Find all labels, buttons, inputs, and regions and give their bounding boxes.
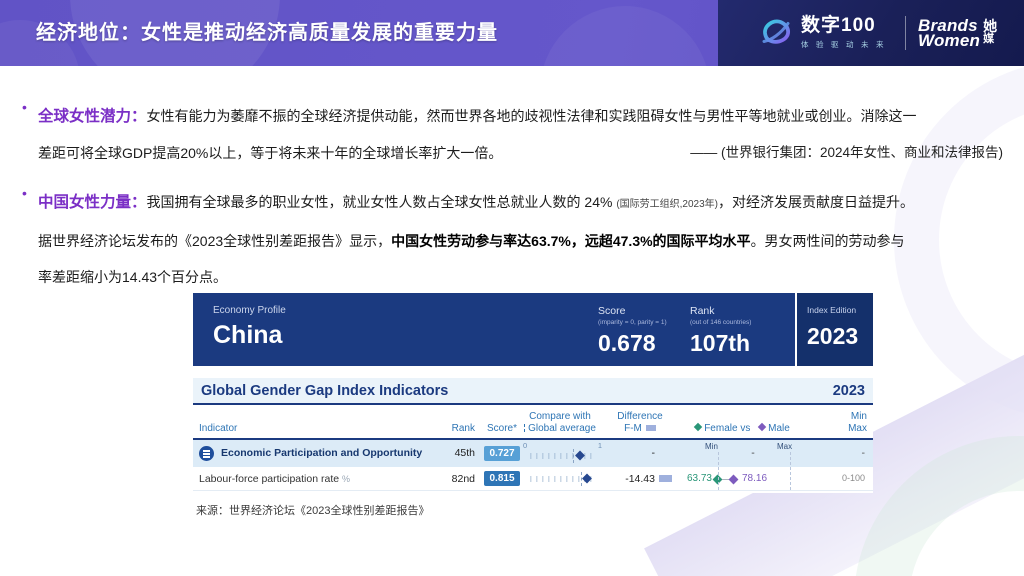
- digital100-wordmark: 数字100: [801, 16, 891, 36]
- bullet1-line1: 全球女性潜力：女性有能力为萎靡不振的全球经济提供动能，然而世界各地的歧视性法律和…: [38, 98, 1003, 135]
- country-name: China: [213, 321, 282, 350]
- indicator-name: Labour-force participation rate %: [199, 473, 350, 485]
- score-badge: 0.815: [484, 471, 520, 486]
- compare-axis: 0 1: [524, 440, 601, 467]
- col-female-vs-male: Female vs Male: [675, 423, 810, 434]
- female-male-cell: -: [723, 447, 783, 459]
- indicator-unit: %: [342, 474, 350, 484]
- indicators-section-header: Global Gender Gap Index Indicators 2023: [193, 378, 873, 405]
- economic-participation-icon: [199, 446, 214, 461]
- min-guide-line: [718, 452, 719, 490]
- economy-profile-label: Economy Profile: [213, 305, 286, 316]
- female-value: 63.73: [675, 473, 712, 484]
- male-marker: [729, 475, 739, 485]
- compare-axis: [524, 467, 601, 490]
- table-row-economic-participation: Economic Participation and Opportunity 4…: [193, 440, 873, 467]
- indicator-name: Economic Participation and Opportunity: [221, 447, 422, 459]
- table-rows: Economic Participation and Opportunity 4…: [193, 440, 873, 491]
- header-decor-circle: [540, 6, 710, 66]
- difference-bar: [659, 475, 672, 482]
- bullet-dot: •: [22, 99, 27, 115]
- score-badge: 0.727: [484, 446, 520, 461]
- male-value: 78.16: [742, 473, 767, 484]
- digital100-tagline: 体验驱动未来: [801, 39, 891, 50]
- edition-year: 2023: [807, 323, 873, 350]
- minmax-cell: -: [810, 447, 865, 459]
- economy-profile-banner: Economy Profile China Score (imparity = …: [193, 293, 873, 366]
- page-title: 经济地位：女性是推动经济高质量发展的重要力量: [36, 0, 498, 66]
- difference-cell: -: [593, 447, 655, 459]
- col-difference: Difference F-M: [606, 411, 674, 435]
- digital100-swirl-icon: [758, 13, 794, 54]
- citation-world-bank: —— (世界银行集团：2024年女性、商业和法律报告): [690, 135, 1003, 171]
- rank-cell: 45th: [433, 447, 475, 459]
- bullet-china-power: • 中国女性力量：我国拥有全球最多的职业女性，就业女性人数占全球女性总就业人数的…: [38, 184, 1003, 295]
- bullet-dot: •: [22, 185, 27, 201]
- axis-label-zero: 0: [523, 441, 527, 450]
- digital100-logo: 数字100 体验驱动未来: [758, 13, 891, 54]
- col-min-max: Min Max: [810, 411, 867, 435]
- shemei-wordmark: 她 媒: [983, 20, 997, 46]
- col-compare-global-average: Compare with Global average: [505, 411, 615, 435]
- source-note: 来源：世界经济论坛《2023全球性别差距报告》: [196, 502, 429, 518]
- bullet2-line3: 率差距缩小为14.43个百分点。: [38, 259, 1003, 295]
- difference-legend-swatch: [646, 425, 656, 431]
- index-edition-block: Index Edition 2023: [795, 293, 873, 366]
- difference-cell: -14.43: [593, 473, 655, 485]
- bullet2-line1: 中国女性力量：我国拥有全球最多的职业女性，就业女性人数占全球女性总就业人数的 2…: [38, 184, 1003, 223]
- slide: 经济地位：女性是推动经济高质量发展的重要力量: [0, 0, 1024, 576]
- indicators-year: 2023: [833, 383, 865, 399]
- score-block: Score (imparity = 0, parity = 1) 0.678: [598, 305, 667, 357]
- table-row-labour-force: Labour-force participation rate % 82nd 0…: [193, 467, 873, 491]
- minmax-cell: 0-100: [810, 473, 865, 483]
- rank-cell: 82nd: [433, 473, 475, 485]
- header-bar: 经济地位：女性是推动经济高质量发展的重要力量: [0, 0, 1024, 66]
- col-rank: Rank: [433, 423, 475, 434]
- male-diamond-icon: [758, 423, 766, 431]
- rank-value: 107th: [690, 330, 751, 357]
- bullet2-line2: 据世界经济论坛发布的《2023全球性别差距报告》显示，中国女性劳动参与率达63.…: [38, 223, 1003, 259]
- table-column-headers: Indicator Rank Score* Compare with Globa…: [193, 407, 873, 440]
- brands-women-logo: Brands Women 她 媒: [918, 18, 997, 48]
- indicators-title: Global Gender Gap Index Indicators: [201, 383, 448, 399]
- rank-block: Rank (out of 146 countries) 107th: [690, 305, 751, 357]
- max-guide-line: [790, 452, 791, 490]
- bullet1-label: 全球女性潜力：: [38, 108, 147, 125]
- logo-area: 数字100 体验驱动未来 Brands Women 她 媒: [718, 0, 1024, 66]
- bullet-global-potential: • 全球女性潜力：女性有能力为萎靡不振的全球经济提供动能，然而世界各地的歧视性法…: [38, 98, 1003, 171]
- global-average-legend-dash: [524, 424, 525, 432]
- female-diamond-icon: [694, 423, 702, 431]
- global-average-line: [573, 449, 574, 463]
- bullet1-line2: 差距可将全球GDP提高20%以上，等于将未来十年的全球增长率扩大一倍。—— (世…: [38, 135, 1003, 171]
- col-indicator: Indicator: [199, 423, 237, 434]
- score-value: 0.678: [598, 330, 667, 357]
- bullet2-label: 中国女性力量：: [38, 194, 147, 211]
- fvm-min-label: Min: [705, 442, 718, 451]
- logo-divider: [905, 16, 906, 50]
- gender-gap-report-card: Economy Profile China Score (imparity = …: [193, 293, 873, 493]
- brands-women-wordmark: Brands Women: [918, 18, 980, 48]
- ilo-note: (国际劳工组织,2023年): [616, 199, 718, 210]
